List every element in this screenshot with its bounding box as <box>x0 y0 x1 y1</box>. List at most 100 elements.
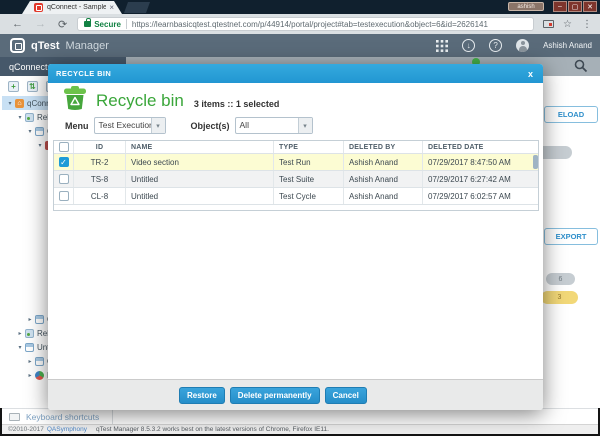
apps-grid-icon[interactable] <box>436 40 448 52</box>
expander-icon[interactable]: ▾ <box>16 114 24 121</box>
home-icon: ⌂ <box>15 99 24 108</box>
window-maximize-button[interactable]: ▢ <box>568 1 582 12</box>
back-icon[interactable]: ← <box>12 18 23 30</box>
export-button[interactable]: EXPORT <box>544 228 598 245</box>
cell-type: Test Run <box>274 154 344 170</box>
column-header-name[interactable]: NAME <box>126 141 274 153</box>
reload-button-partial[interactable]: ELOAD <box>544 106 598 123</box>
browser-tab[interactable]: qConnect - Sample Proje × <box>22 1 122 14</box>
url-divider <box>126 19 127 29</box>
tab-close-icon[interactable]: × <box>109 3 114 12</box>
menu-dropdown[interactable]: Test Execution ▾ <box>94 117 166 134</box>
version-text: qTest Manager 8.5.3.2 works best on the … <box>96 426 329 433</box>
cell-type: Test Suite <box>274 171 344 187</box>
browser-titlebar: qConnect - Sample Proje × ashish – ▢ ✕ <box>0 0 600 14</box>
secure-label: Secure <box>94 20 121 29</box>
qtest-logo-icon <box>10 38 25 53</box>
column-header-type[interactable]: TYPE <box>274 141 344 153</box>
new-tab-button[interactable] <box>124 2 150 13</box>
expander-icon[interactable]: ▾ <box>26 128 34 135</box>
filter-controls: Menu Test Execution ▾ Object(s) All ▾ <box>65 117 313 134</box>
keyboard-shortcuts-row: Keyboard shortcuts <box>2 408 598 424</box>
expander-icon[interactable]: ▸ <box>16 330 24 337</box>
table-header-row: ID NAME TYPE DELETED BY DELETED DATE <box>54 141 538 154</box>
row-checkbox[interactable] <box>59 191 69 201</box>
secure-lock-icon <box>84 21 91 27</box>
cell-type: Test Cycle <box>274 188 344 204</box>
chevron-down-icon: ▾ <box>298 118 312 133</box>
forward-icon[interactable]: → <box>35 18 46 30</box>
cell-name: Untitled <box>126 188 274 204</box>
modal-header[interactable]: RECYCLE BIN x <box>48 64 543 83</box>
table-row[interactable]: ✓ TR-2 Video section Test Run Ashish Ana… <box>54 154 538 171</box>
move-item-icon[interactable]: ⇅ <box>27 81 38 92</box>
restore-button[interactable]: Restore <box>179 387 225 404</box>
expander-icon[interactable]: ▾ <box>16 344 24 351</box>
tab-favicon <box>34 3 43 12</box>
help-icon[interactable]: ? <box>489 39 502 52</box>
recycle-bin-modal: RECYCLE BIN x Recycle bin 3 items :: 1 s… <box>48 64 543 410</box>
cell-deleted-date: 07/29/2017 6:27:42 AM <box>423 171 538 187</box>
sidebar-divider <box>112 409 113 425</box>
cell-name: Video section <box>126 154 274 170</box>
logo-primary: qTest <box>31 40 60 52</box>
reload-icon[interactable]: ⟳ <box>58 18 67 31</box>
keyboard-shortcuts-link[interactable]: Keyboard shortcuts <box>26 412 99 422</box>
address-bar[interactable]: Secure https://learnbasicqtest.qtestnet.… <box>77 17 534 31</box>
recycle-bin-table: ID NAME TYPE DELETED BY DELETED DATE ✓ T… <box>53 140 539 211</box>
tab-title: qConnect - Sample Proje <box>47 4 106 11</box>
expander-icon[interactable]: ▾ <box>6 100 14 107</box>
cell-id: CL-8 <box>74 188 126 204</box>
menu-label: Menu <box>65 121 89 131</box>
logo-secondary: Manager <box>66 40 109 52</box>
column-header-id[interactable]: ID <box>74 141 126 153</box>
cancel-button[interactable]: Cancel <box>325 387 367 404</box>
download-icon[interactable]: ↓ <box>462 39 475 52</box>
test-cycle-icon <box>35 357 44 366</box>
column-header-deleted-date[interactable]: DELETED DATE <box>423 141 538 153</box>
table-row[interactable]: CL-8 Untitled Test Cycle Ashish Anand 07… <box>54 188 538 205</box>
expander-icon[interactable]: ▸ <box>26 372 34 379</box>
select-all-checkbox[interactable] <box>59 142 69 152</box>
modal-header-title: RECYCLE BIN <box>56 69 528 78</box>
row-checkbox[interactable]: ✓ <box>59 157 69 167</box>
objects-dropdown[interactable]: All ▾ <box>235 117 313 134</box>
expander-icon[interactable]: ▾ <box>36 142 44 149</box>
qasymphony-link[interactable]: QASymphony <box>47 426 87 433</box>
count-badge-yellow: 3 <box>541 291 578 304</box>
objects-label: Object(s) <box>191 121 230 131</box>
cell-deleted-by: Ashish Anand <box>344 171 423 187</box>
expander-icon[interactable]: ▸ <box>26 358 34 365</box>
table-row[interactable]: TS-8 Untitled Test Suite Ashish Anand 07… <box>54 171 538 188</box>
column-header-deleted-by[interactable]: DELETED BY <box>344 141 423 153</box>
menu-dropdown-value: Test Execution <box>95 118 151 133</box>
cell-deleted-date: 07/29/2017 6:02:57 AM <box>423 188 538 204</box>
user-avatar[interactable] <box>516 39 529 52</box>
window-close-button[interactable]: ✕ <box>583 1 597 12</box>
cell-deleted-by: Ashish Anand <box>344 154 423 170</box>
selection-summary: 3 items :: 1 selected <box>194 99 280 109</box>
expander-icon[interactable]: ▸ <box>26 316 34 323</box>
user-name: Ashish Anand <box>543 41 592 50</box>
keyboard-icon <box>9 413 20 421</box>
window-minimize-button[interactable]: – <box>553 1 567 12</box>
window-user-badge[interactable]: ashish <box>508 2 544 11</box>
recycle-bin-icon <box>62 86 88 116</box>
add-item-icon[interactable]: + <box>8 81 19 92</box>
scrollbar-thumb[interactable] <box>533 155 538 169</box>
bookmark-star-icon[interactable]: ☆ <box>563 19 572 30</box>
cell-name: Untitled <box>126 171 274 187</box>
browser-menu-icon[interactable]: ⋮ <box>582 19 592 30</box>
count-badge-gray: 6 <box>546 273 575 285</box>
cell-id: TR-2 <box>74 154 126 170</box>
app-header: qTest Manager ↓ ? Ashish Anand <box>0 34 600 57</box>
cast-icon[interactable] <box>543 20 554 28</box>
row-checkbox[interactable] <box>59 174 69 184</box>
browser-window: qConnect - Sample Proje × ashish – ▢ ✕ ←… <box>0 0 600 436</box>
modal-close-icon[interactable]: x <box>528 69 533 79</box>
modal-title: Recycle bin <box>96 91 184 111</box>
delete-permanently-button[interactable]: Delete permanently <box>230 387 320 404</box>
modal-footer: Restore Delete permanently Cancel <box>48 379 543 410</box>
copyright-text: ©2010-2017 <box>8 426 44 433</box>
release-icon <box>25 329 34 338</box>
